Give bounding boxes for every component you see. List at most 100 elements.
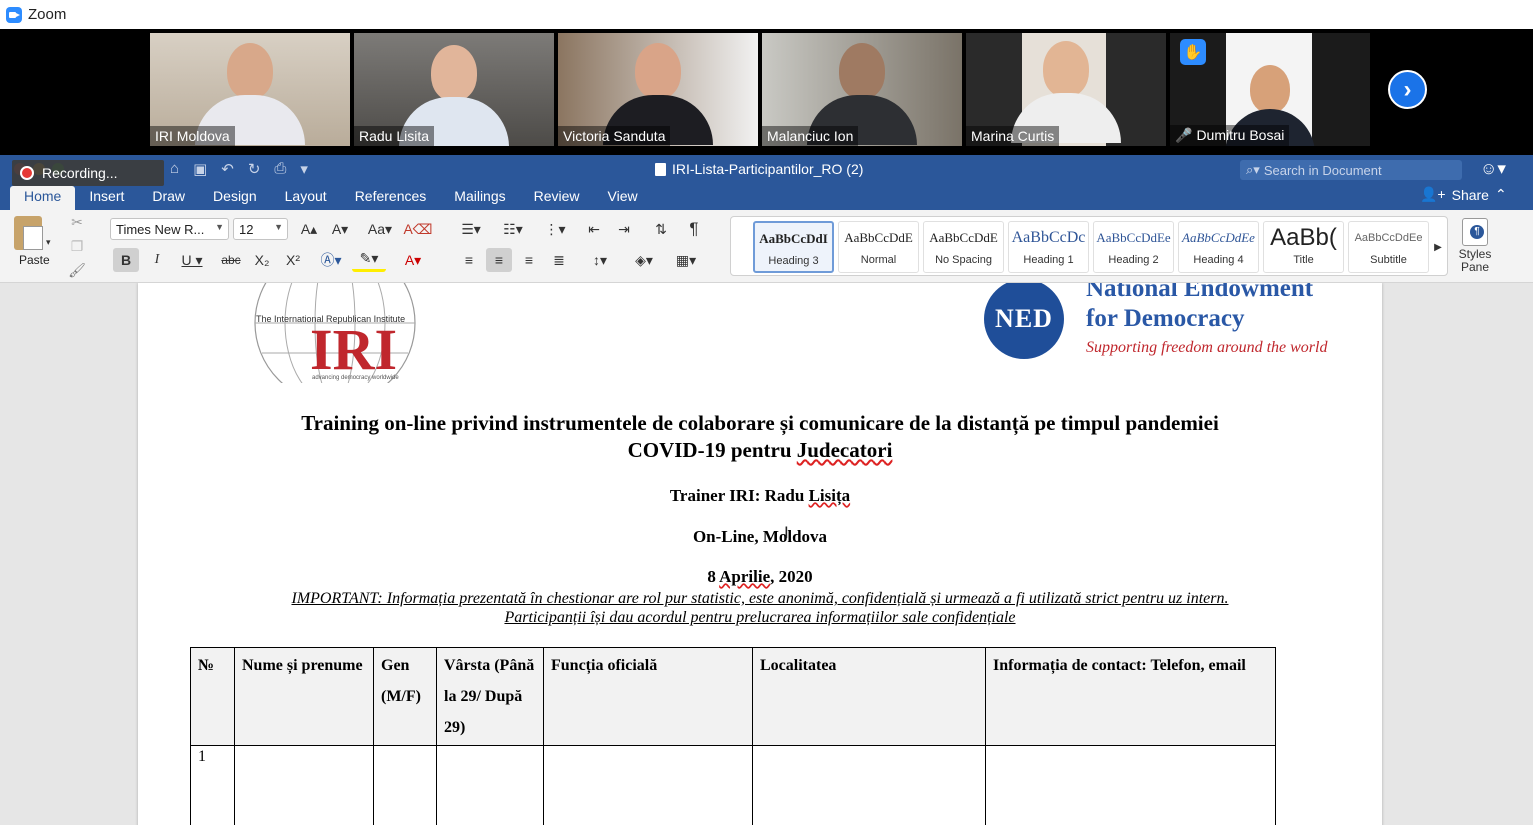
home-icon[interactable]: ⌂ [170, 160, 179, 178]
table-cell[interactable]: 1 [190, 745, 235, 825]
table-cell[interactable] [985, 745, 1276, 825]
style-no-spacing[interactable]: AaBbCcDdE No Spacing [923, 221, 1004, 273]
bullets-icon[interactable]: ☰▾ [452, 217, 490, 241]
customize-toolbar-icon[interactable]: ▾ [300, 160, 308, 178]
paste-options-icon[interactable]: ▾ [46, 230, 51, 254]
highlight-icon[interactable]: ✎▾ [352, 248, 386, 272]
table-cell[interactable] [373, 745, 437, 825]
video-tile[interactable]: IRI Moldova [150, 33, 350, 146]
participant-name: Radu Lisita [354, 126, 435, 146]
muted-mic-icon: 🎤 [1175, 127, 1193, 143]
grow-font-icon[interactable]: A▴ [295, 217, 323, 241]
font-color-icon[interactable]: A▾ [394, 248, 432, 272]
ned-logo-line-1: National Endowment [1086, 283, 1314, 302]
chevron-down-icon: ▼ [274, 222, 283, 232]
table-header[interactable]: Gen (M/F) [373, 647, 437, 746]
feedback-smiley-icon[interactable]: ☺▾ [1480, 159, 1506, 179]
copy-icon[interactable]: ❐ [66, 234, 88, 258]
tab-references[interactable]: References [341, 186, 441, 210]
next-page-button[interactable]: › [1388, 70, 1427, 109]
multilevel-list-icon[interactable]: ⋮▾ [536, 217, 574, 241]
tab-design[interactable]: Design [199, 186, 271, 210]
undo-icon[interactable]: ↶ [221, 160, 234, 178]
strikethrough-button[interactable]: abc [216, 248, 246, 272]
justify-icon[interactable]: ≣ [546, 248, 572, 272]
numbering-icon[interactable]: ☷▾ [494, 217, 532, 241]
tab-review[interactable]: Review [520, 186, 594, 210]
line-spacing-icon[interactable]: ↕▾ [582, 248, 618, 272]
table-cell[interactable] [752, 745, 986, 825]
search-document-input[interactable]: ⌕▾ Search in Document [1240, 160, 1462, 180]
style-subtitle[interactable]: AaBbCcDdEe Subtitle [1348, 221, 1429, 273]
format-painter-icon[interactable]: 🖌 [66, 258, 88, 282]
paste-icon[interactable] [14, 216, 43, 250]
video-tile[interactable]: ✋ 🎤 Dumitru Bosai [1170, 33, 1370, 146]
document-canvas[interactable]: The International Republican Institute I… [0, 283, 1533, 825]
font-size-select[interactable]: 12 ▼ [233, 218, 288, 240]
print-icon[interactable]: ⎙ [274, 160, 286, 178]
tab-draw[interactable]: Draw [138, 186, 199, 210]
font-size-value: 12 [239, 221, 254, 237]
table-header[interactable]: Informația de contact: Telefon, email [985, 647, 1276, 746]
table-cell[interactable] [543, 745, 753, 825]
borders-icon[interactable]: ▦▾ [668, 248, 704, 272]
increase-indent-icon[interactable]: ⇥ [610, 217, 638, 241]
text-effects-icon[interactable]: Ⓐ▾ [314, 248, 348, 272]
document-page[interactable]: The International Republican Institute I… [138, 283, 1382, 825]
style-heading-2[interactable]: AaBbCcDdEe Heading 2 [1093, 221, 1174, 273]
cut-icon[interactable]: ✂ [66, 210, 88, 234]
video-tile[interactable]: Malanciuc Ion [762, 33, 962, 146]
superscript-button[interactable]: X² [279, 248, 307, 272]
decrease-indent-icon[interactable]: ⇤ [580, 217, 608, 241]
sort-icon[interactable]: ⇅ [646, 217, 676, 241]
table-header[interactable]: Funcția oficială [543, 647, 753, 746]
document-icon [655, 162, 666, 176]
video-tile-active[interactable]: Marina Curtis [966, 33, 1166, 146]
underline-button[interactable]: U ▾ [174, 248, 210, 272]
location-line: On-Line, Moldova [692, 527, 828, 546]
ribbon-tabs: Home Insert Draw Design Layout Reference… [10, 186, 652, 210]
align-left-icon[interactable]: ≡ [456, 248, 482, 272]
shrink-font-icon[interactable]: A▾ [326, 217, 354, 241]
tab-home[interactable]: Home [10, 186, 76, 210]
video-tile[interactable]: Radu Lisita [354, 33, 554, 146]
style-name: Title [1293, 254, 1314, 266]
text-cursor-icon: I [784, 523, 789, 542]
save-icon[interactable]: ▣ [193, 160, 207, 178]
align-center-icon[interactable]: ≡ [486, 248, 512, 272]
redo-icon[interactable]: ↻ [248, 160, 261, 178]
bold-button[interactable]: B [113, 248, 139, 272]
styles-pane-button[interactable]: Styles Pane [1458, 218, 1492, 274]
clear-formatting-icon[interactable]: A⌫ [403, 217, 432, 241]
styles-pane-label: Styles Pane [1458, 247, 1492, 274]
italic-button[interactable]: I [144, 248, 170, 272]
table-header[interactable]: № [190, 647, 235, 746]
search-icon: ⌕▾ [1246, 162, 1260, 177]
align-right-icon[interactable]: ≡ [516, 248, 542, 272]
tab-layout[interactable]: Layout [271, 186, 341, 210]
recording-indicator[interactable]: Recording... [12, 160, 164, 186]
style-title[interactable]: AaBb( Title [1263, 221, 1344, 273]
share-button[interactable]: 👤+ Share ⌃ [1420, 186, 1507, 203]
table-header[interactable]: Vârsta (Până la 29/ După 29) [436, 647, 544, 746]
subscript-button[interactable]: X₂ [248, 248, 276, 272]
participants-table[interactable]: № Nume și prenume Gen (M/F) Vârsta (Până… [190, 647, 1276, 825]
pilcrow-icon[interactable]: ¶ [680, 217, 708, 241]
gallery-next-icon[interactable]: ▶ [1431, 235, 1445, 259]
table-cell[interactable] [436, 745, 544, 825]
change-case-icon[interactable]: Aa▾ [362, 217, 398, 241]
style-heading-3[interactable]: AaBbCcDdI Heading 3 [753, 221, 834, 273]
style-heading-4[interactable]: AaBbCcDdEe Heading 4 [1178, 221, 1259, 273]
tab-view[interactable]: View [594, 186, 652, 210]
table-cell[interactable] [234, 745, 374, 825]
style-normal[interactable]: AaBbCcDdE Normal [838, 221, 919, 273]
tab-insert[interactable]: Insert [75, 186, 138, 210]
style-heading-1[interactable]: AaBbCcDc Heading 1 [1008, 221, 1089, 273]
table-header[interactable]: Localitatea [752, 647, 986, 746]
tab-mailings[interactable]: Mailings [440, 186, 519, 210]
shading-icon[interactable]: ◈▾ [626, 248, 662, 272]
font-name-select[interactable]: Times New R... ▼ [110, 218, 229, 240]
table-header[interactable]: Nume și prenume [234, 647, 374, 746]
video-strip: IRI Moldova Radu Lisita Victoria Sanduta… [0, 29, 1533, 155]
video-tile[interactable]: Victoria Sanduta [558, 33, 758, 146]
